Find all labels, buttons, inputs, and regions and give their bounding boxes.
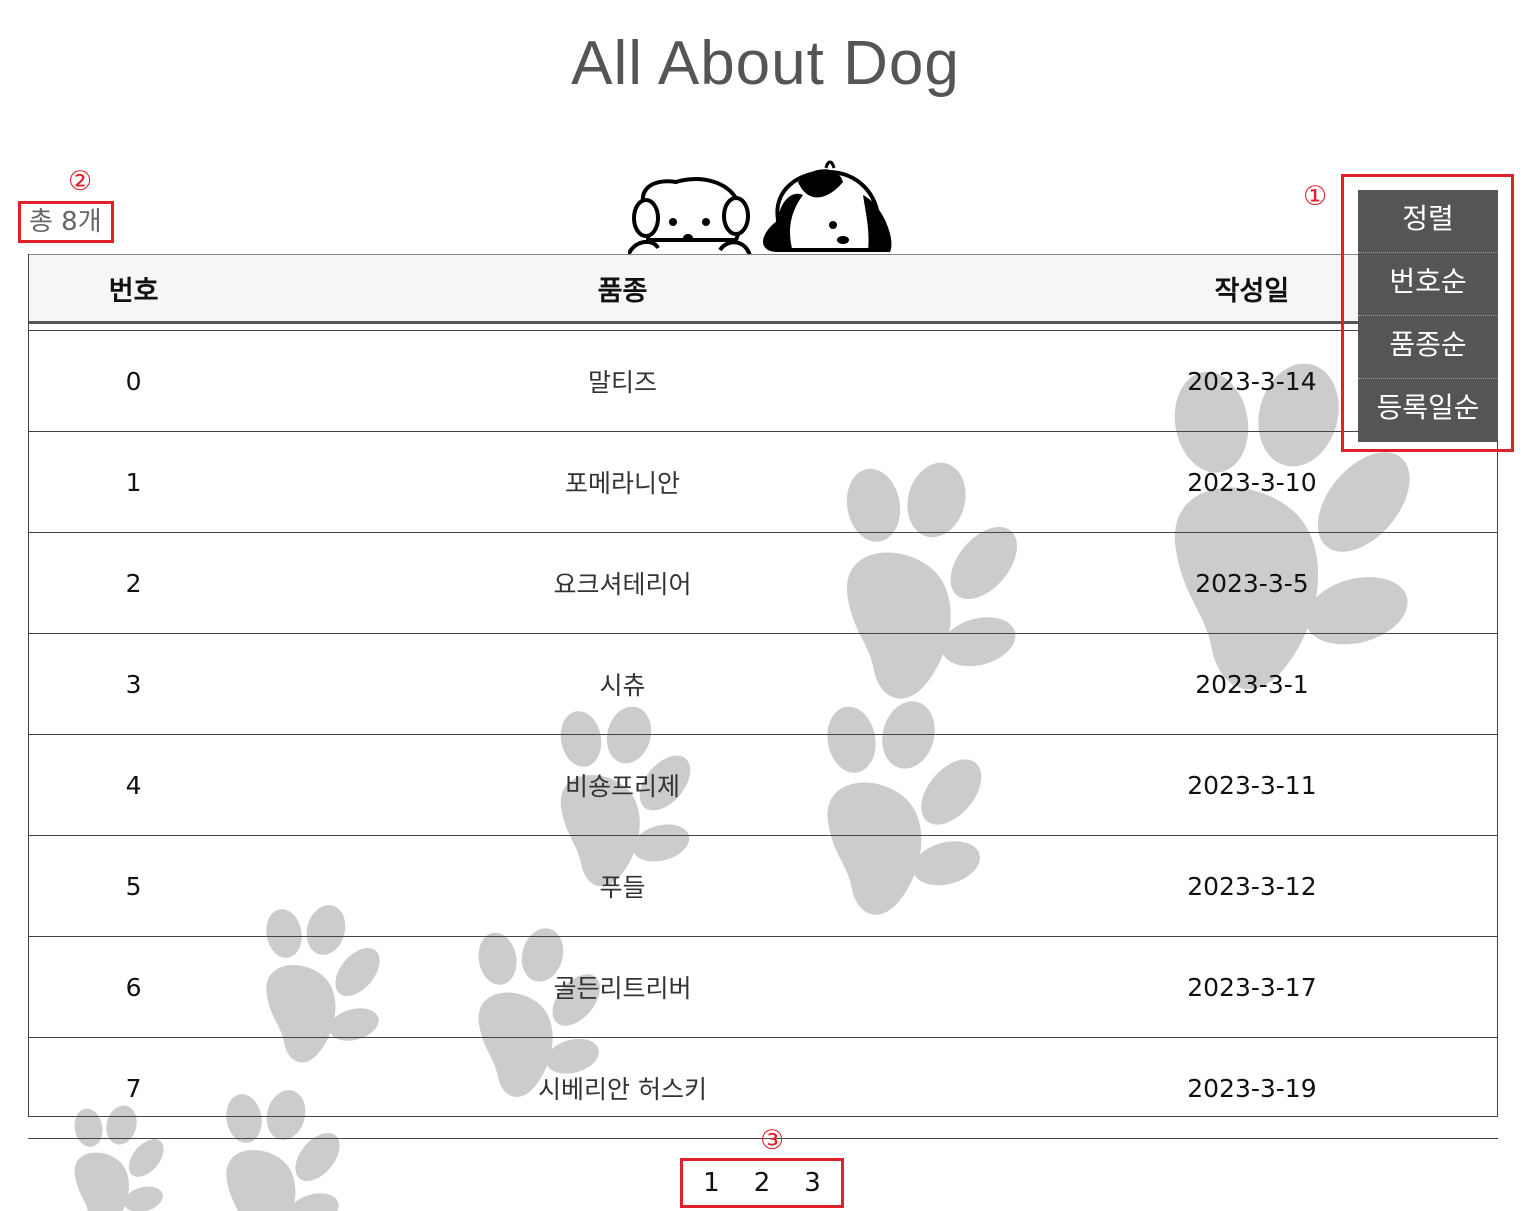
cell-date: 2023-3-11 xyxy=(1005,734,1498,836)
cell-breed[interactable]: 포메라니안 xyxy=(239,431,1006,533)
table-row[interactable]: 2 요크셔테리어 2023-3-5 xyxy=(28,532,1498,634)
callout-marker-3: ③ xyxy=(760,1125,785,1156)
table-row[interactable]: 5 푸들 2023-3-12 xyxy=(28,835,1498,937)
callout-marker-2: ② xyxy=(68,166,93,197)
cell-number: 1 xyxy=(28,431,240,533)
cell-number: 3 xyxy=(28,633,240,735)
table-row[interactable]: 7 시베리안 허스키 2023-3-19 xyxy=(28,1037,1498,1139)
cell-breed[interactable]: 시츄 xyxy=(239,633,1006,735)
cell-breed[interactable]: 비숑프리제 xyxy=(239,734,1006,836)
table-row[interactable]: 4 비숑프리제 2023-3-11 xyxy=(28,734,1498,836)
cell-date: 2023-3-17 xyxy=(1005,936,1498,1038)
cell-date: 2023-3-19 xyxy=(1005,1037,1498,1139)
table-header-row: 번호 품종 작성일 xyxy=(28,254,1498,324)
cell-breed[interactable]: 골든리트리버 xyxy=(239,936,1006,1038)
pagination: 1 2 3 xyxy=(680,1158,844,1208)
cell-date: 2023-3-12 xyxy=(1005,835,1498,937)
table-row[interactable]: 0 말티즈 2023-3-14 xyxy=(28,330,1498,432)
column-header-number[interactable]: 번호 xyxy=(28,254,240,324)
callout-marker-1: ① xyxy=(1303,181,1328,212)
cell-date: 2023-3-1 xyxy=(1005,633,1498,735)
cell-number: 0 xyxy=(28,330,240,432)
cell-breed[interactable]: 푸들 xyxy=(239,835,1006,937)
page-link-1[interactable]: 1 xyxy=(703,1168,720,1198)
sort-by-breed-button[interactable]: 품종순 xyxy=(1358,316,1498,379)
cell-number: 4 xyxy=(28,734,240,836)
page-title: All About Dog xyxy=(571,29,960,98)
cell-number: 2 xyxy=(28,532,240,634)
total-count: 총 8개 xyxy=(18,201,114,243)
sort-menu-title[interactable]: 정렬 xyxy=(1358,190,1498,253)
cell-number: 6 xyxy=(28,936,240,1038)
table-row[interactable]: 3 시츄 2023-3-1 xyxy=(28,633,1498,735)
two-puppies-icon xyxy=(628,160,892,256)
cell-breed[interactable]: 시베리안 허스키 xyxy=(239,1037,1006,1139)
table-row[interactable]: 6 골든리트리버 2023-3-17 xyxy=(28,936,1498,1038)
column-header-breed[interactable]: 품종 xyxy=(239,254,1006,324)
cell-number: 7 xyxy=(28,1037,240,1139)
cell-breed[interactable]: 말티즈 xyxy=(239,330,1006,432)
cell-breed[interactable]: 요크셔테리어 xyxy=(239,532,1006,634)
breed-table: 번호 품종 작성일 0 말티즈 2023-3-14 1 포메라니안 2023-3… xyxy=(28,254,1498,1139)
page-link-3[interactable]: 3 xyxy=(804,1168,821,1198)
table-row[interactable]: 1 포메라니안 2023-3-10 xyxy=(28,431,1498,533)
sort-by-date-button[interactable]: 등록일순 xyxy=(1358,379,1498,442)
cell-date: 2023-3-5 xyxy=(1005,532,1498,634)
sort-by-number-button[interactable]: 번호순 xyxy=(1358,253,1498,316)
sort-menu: 정렬 번호순 품종순 등록일순 xyxy=(1358,190,1498,442)
cell-number: 5 xyxy=(28,835,240,937)
page-link-2[interactable]: 2 xyxy=(754,1168,771,1198)
